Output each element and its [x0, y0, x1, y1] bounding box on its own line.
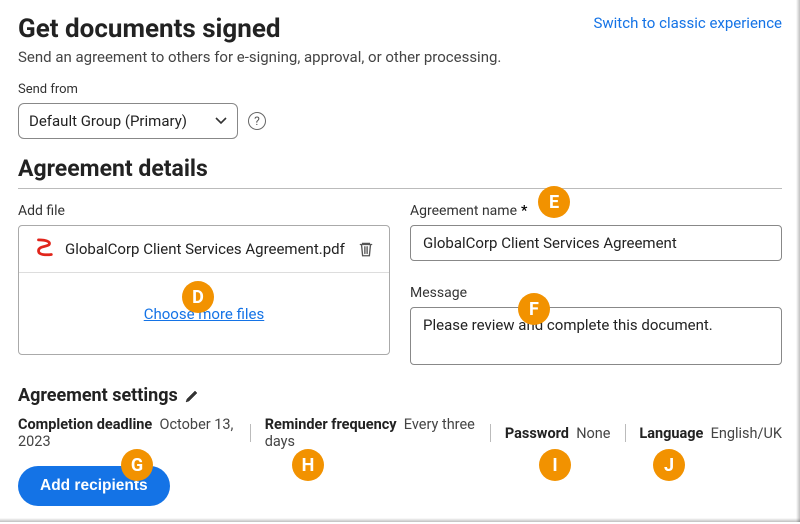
agreement-name-input[interactable] [410, 225, 782, 261]
file-box: GlobalCorp Client Services Agreement.pdf… [18, 225, 390, 355]
add-recipients-button[interactable]: Add recipients [18, 466, 170, 506]
file-row: GlobalCorp Client Services Agreement.pdf [19, 226, 389, 273]
help-icon[interactable]: ? [248, 112, 266, 130]
switch-classic-link[interactable]: Switch to classic experience [593, 14, 782, 32]
required-indicator: * [521, 203, 527, 219]
send-from-label: Send from [18, 82, 782, 97]
trash-icon[interactable] [357, 240, 375, 258]
divider [490, 424, 491, 442]
language-label: Language [639, 425, 703, 442]
section-rule [18, 188, 782, 189]
pencil-icon[interactable] [184, 388, 200, 404]
page-subtitle: Send an agreement to others for e-signin… [18, 48, 501, 66]
pdf-icon [33, 238, 55, 260]
file-name: GlobalCorp Client Services Agreement.pdf [65, 240, 357, 258]
divider [250, 424, 251, 442]
agreement-name-label: Agreement name* [410, 203, 782, 219]
choose-more-files-link[interactable]: Choose more files [144, 305, 265, 323]
password-label: Password [505, 425, 569, 442]
add-file-label: Add file [18, 203, 390, 219]
language-value: English/UK [711, 425, 782, 442]
settings-row: Completion deadline October 13, 2023 Rem… [18, 416, 782, 450]
message-textarea[interactable]: Please review and complete this document… [410, 307, 782, 365]
message-label: Message [410, 285, 782, 301]
reminder-frequency-label: Reminder frequency [265, 416, 397, 433]
completion-deadline-label: Completion deadline [18, 416, 152, 433]
send-from-dropdown[interactable]: Default Group (Primary) [18, 103, 238, 139]
agreement-details-heading: Agreement details [18, 155, 782, 182]
chevron-down-icon [215, 117, 227, 125]
password-value: None [576, 425, 610, 442]
divider [625, 424, 626, 442]
send-from-value: Default Group (Primary) [29, 112, 187, 130]
agreement-settings-heading: Agreement settings [18, 385, 178, 406]
page-title: Get documents signed [18, 14, 501, 44]
